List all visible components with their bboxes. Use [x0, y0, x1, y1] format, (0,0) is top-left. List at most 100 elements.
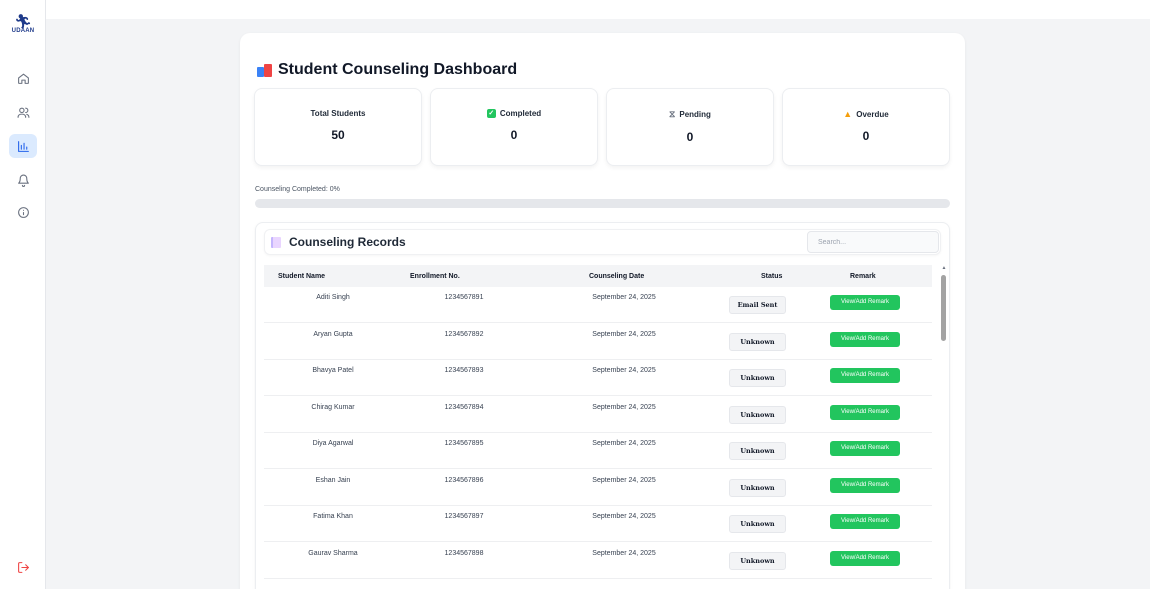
student-name-cell: Fatima Khan [313, 513, 353, 520]
view-add-remark-button[interactable]: View/Add Remark [830, 441, 900, 456]
enrollment-cell: 1234567891 [444, 294, 484, 301]
status-badge: Unknown [729, 332, 786, 351]
table-scrollbar[interactable]: ▲ [941, 265, 947, 589]
stat-card-pending: ⧖ Pending 0 [606, 88, 774, 166]
view-add-remark-button[interactable]: View/Add Remark [830, 295, 900, 310]
users-icon [17, 107, 29, 118]
stat-card-overdue: ▲ Overdue 0 [782, 88, 950, 166]
counseling-date-cell: September 24, 2025 [592, 330, 656, 338]
counseling-date-cell: September 24, 2025 [592, 549, 656, 557]
title-row: Student Counseling Dashboard [257, 60, 517, 80]
table-row: Diya Agarwal 1234567895 September 24, 2025… [264, 433, 932, 469]
column-header-date[interactable]: Counseling Date [589, 273, 644, 280]
column-header-status[interactable]: Status [761, 273, 782, 280]
table-row: Aryan Gupta 1234567892 September 24, 2025 U… [264, 324, 932, 360]
top-bar [46, 0, 1150, 19]
progress-bar [255, 199, 950, 208]
view-add-remark-button[interactable]: View/Add Remark [830, 514, 900, 529]
stat-value-completed: 0 [510, 128, 518, 142]
logo-text: UDAAN [11, 28, 35, 34]
counseling-date-cell: September 24, 2025 [592, 440, 656, 447]
check-icon: ✓ [486, 109, 496, 118]
status-badge: Unknown [729, 515, 786, 533]
notebook-icon [271, 236, 281, 248]
stats-row: Total Students 50 ✓ Completed 0 ⧖ Pendin… [254, 88, 951, 166]
dashboard-card: Student Counseling Dashboard Total Stude… [240, 33, 965, 589]
udaan-logo[interactable]: 🏃︎ UDAAN [8, 14, 38, 42]
column-header-enrollment[interactable]: Enrollment No. [410, 273, 460, 280]
student-name-cell: Diya Agarwal [312, 440, 354, 447]
logout-icon [17, 561, 29, 573]
view-add-remark-button[interactable]: View/Add Remark [830, 404, 900, 420]
column-header-student-name[interactable]: Student Name [278, 273, 325, 280]
table-header: Student Name Enrollment No. Counseling D… [264, 265, 932, 287]
status-badge: Unknown [729, 551, 786, 570]
status-badge: Email Sent [729, 296, 786, 314]
page-title: Student Counseling Dashboard [278, 61, 518, 78]
sidebar-item-info[interactable] [9, 200, 37, 224]
enrollment-cell: 1234567897 [444, 513, 484, 520]
table-row: Eshan Jain 1234567896 September 24, 2025 Un… [264, 470, 932, 506]
stat-label-overdue: Overdue [856, 109, 889, 119]
runner-logo-icon: 🏃︎ [14, 13, 32, 29]
search-input[interactable] [807, 231, 939, 253]
sidebar: 🏃︎ UDAAN [0, 0, 46, 589]
student-name-cell: Chirag Kumar [311, 403, 355, 411]
status-badge: Unknown [729, 369, 786, 387]
hourglass-icon: ⧖ [669, 109, 676, 119]
home-icon [17, 73, 29, 84]
view-add-remark-button[interactable]: View/Add Remark [830, 331, 900, 347]
view-add-remark-button[interactable]: View/Add Remark [830, 477, 900, 493]
status-badge: Unknown [729, 478, 786, 497]
stat-card-total: Total Students 50 [254, 88, 422, 166]
bell-icon [17, 174, 29, 187]
scroll-up-arrow-icon[interactable]: ▲ [941, 265, 947, 271]
stat-label-pending: Pending [679, 110, 711, 119]
sidebar-item-notifications[interactable] [9, 168, 37, 192]
view-add-remark-button[interactable]: View/Add Remark [830, 368, 900, 383]
table-row: Aditi Singh 1234567891 September 24, 2025 E… [264, 287, 932, 323]
table-row: Fatima Khan 1234567897 September 24, 2025 U… [264, 506, 932, 542]
counseling-date-cell: September 24, 2025 [592, 367, 656, 374]
status-badge: Unknown [729, 442, 786, 460]
status-badge: Unknown [729, 405, 786, 424]
enrollment-cell: 1234567894 [444, 403, 484, 411]
info-icon [17, 206, 29, 218]
sidebar-item-students[interactable] [9, 100, 37, 124]
student-name-cell: Bhavya Patel [312, 367, 354, 374]
counseling-date-cell: September 24, 2025 [592, 476, 656, 484]
table-row: Gaurav Sharma 1234567898 September 24, 202… [264, 543, 932, 579]
student-name-cell: Eshan Jain [315, 476, 351, 484]
stat-label-total: Total Students [310, 109, 366, 118]
enrollment-cell: 1234567893 [444, 367, 484, 374]
warning-icon: ▲ [843, 109, 853, 119]
student-name-cell: Aryan Gupta [313, 330, 353, 338]
student-name-cell: Aditi Singh [316, 294, 350, 301]
sidebar-item-analytics[interactable] [9, 134, 37, 158]
logout-button[interactable] [9, 555, 37, 579]
enrollment-cell: 1234567896 [444, 476, 484, 484]
enrollment-cell: 1234567898 [444, 549, 484, 557]
table-row: Chirag Kumar 1234567894 September 24, 2025… [264, 397, 932, 433]
records-header: Counseling Records [264, 229, 941, 255]
counseling-date-cell: September 24, 2025 [592, 403, 656, 411]
counseling-date-cell: September 24, 2025 [592, 513, 656, 520]
stat-value-total: 50 [331, 128, 345, 142]
view-add-remark-button[interactable]: View/Add Remark [830, 550, 900, 566]
column-header-remark[interactable]: Remark [850, 273, 876, 280]
enrollment-cell: 1234567892 [444, 330, 484, 338]
student-name-cell: Gaurav Sharma [308, 549, 358, 557]
stat-card-completed: ✓ Completed 0 [430, 88, 598, 166]
bar-chart-icon [17, 140, 29, 152]
records-panel: Counseling Records Student Name Enrollme… [255, 222, 950, 589]
scroll-thumb[interactable] [941, 275, 946, 341]
sidebar-item-home[interactable] [9, 66, 37, 90]
books-icon [257, 63, 272, 77]
stat-value-pending: 0 [686, 130, 694, 144]
enrollment-cell: 1234567895 [444, 440, 484, 447]
records-title: Counseling Records [289, 235, 406, 249]
stat-value-overdue: 0 [862, 129, 870, 143]
table-row: Bhavya Patel 1234567893 September 24, 2025… [264, 360, 932, 396]
progress-label: Counseling Completed: 0% [255, 186, 340, 193]
stat-label-completed: Completed [499, 109, 542, 118]
